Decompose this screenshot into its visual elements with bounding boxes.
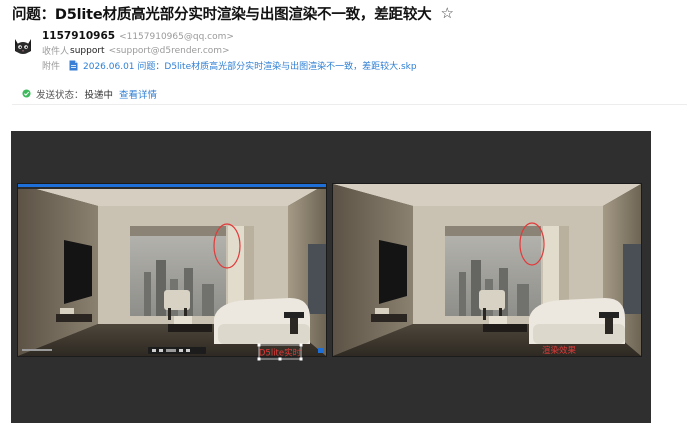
recipient-email[interactable]: <support@d5render.com> [109,46,230,56]
render-caption: 渲染效果 [542,345,577,356]
render-comparison-image[interactable]: D5lite实时 渲染效果 [11,131,651,423]
attachment-row: 附件 2026.06.01 问题：D5lite材质高光部分实时渲染与出图渲染不一… [42,59,417,72]
email-subject: 问题：D5lite材质高光部分实时渲染与出图渲染不一致，差距较大 [12,6,432,23]
recipient-label: 收件人 [42,47,70,57]
realtime-caption: D5lite实时 [259,348,302,359]
render-comparison-illustration: D5lite实时 渲染效果 [17,183,642,361]
star-outline-icon[interactable]: ☆ [440,4,453,22]
recipient-row: 收件人 support <support@d5render.com> [42,44,230,58]
delivery-status-bar: 发送状态： 投递中 查看详情 [12,83,687,105]
cat-avatar-icon[interactable] [11,33,35,57]
attachment-link[interactable]: 2026.06.01 问题：D5lite材质高光部分实时渲染与出图渲染不一致，差… [83,59,417,72]
recipient-name[interactable]: support [70,46,105,56]
delivery-status-value: 投递中 [84,89,114,101]
sender-row: 1157910965 <1157910965@qq.com> [42,30,234,42]
sender-email[interactable]: <1157910965@qq.com> [119,32,234,42]
sender-name[interactable]: 1157910965 [42,30,115,42]
view-details-link[interactable]: 查看详情 [119,87,157,101]
attachment-label: 附件 [42,62,61,72]
delivery-status-label: 发送状态： [36,89,84,101]
status-dot-icon [22,89,31,98]
email-subject-bar: 问题：D5lite材质高光部分实时渲染与出图渲染不一致，差距较大 ☆ [12,3,454,23]
document-icon [69,60,78,71]
